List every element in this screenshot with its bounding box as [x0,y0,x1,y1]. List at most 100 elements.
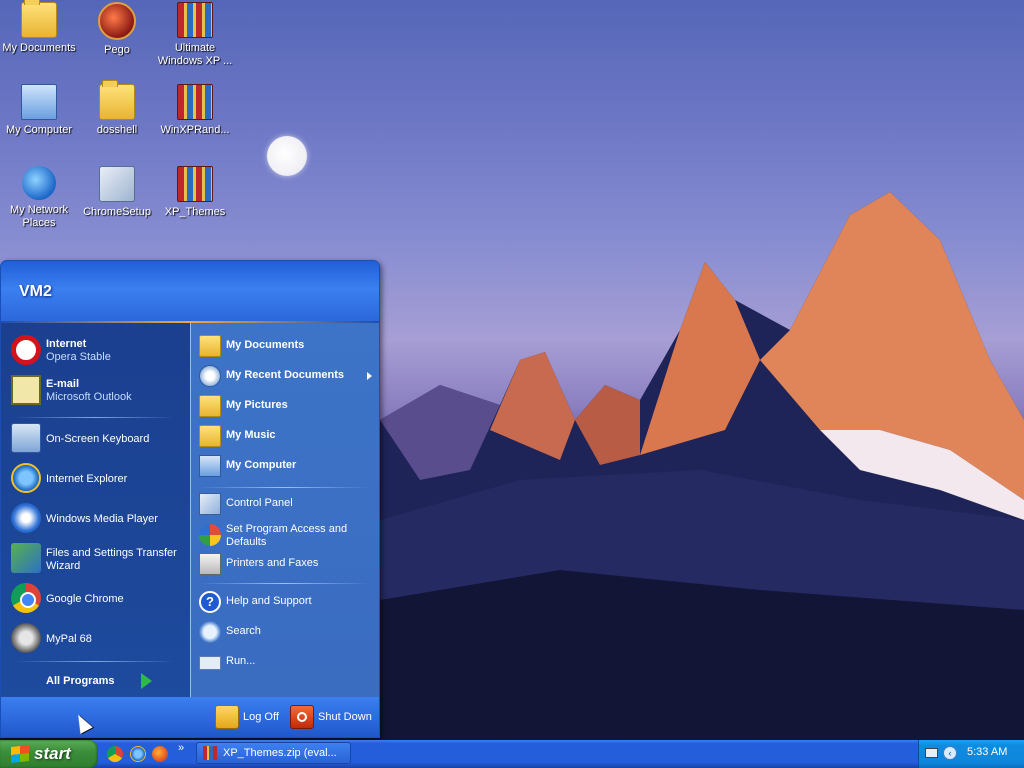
winrar-archive-icon [203,746,217,760]
help-icon: ? [199,591,221,613]
log-off-button[interactable]: Log Off [215,705,285,731]
system-label: Set Program Access and Defaults [226,523,348,548]
recent-on-screen-keyboard[interactable]: On-Screen Keyboard [9,423,187,455]
start-menu-footer: Log Off Shut Down [1,697,379,737]
taskbar: start » XP_Themes.zip (eval... ‹ 5:33 AM [0,740,1024,768]
desktop-icon-label: My Network Places [9,204,69,229]
place-label: My Music [226,429,276,441]
desktop-icon-label: My Computer [5,124,73,136]
place-my-music[interactable]: My Music [199,425,375,449]
chrome-icon[interactable] [107,746,123,762]
start-label: start [34,744,71,763]
winrar-archive-icon [177,2,213,38]
winrar-archive-icon [177,84,213,120]
system-tray: ‹ 5:33 AM [918,740,1024,768]
user-name: VM2 [19,283,52,300]
desktop-icon-my-documents[interactable]: My Documents [0,0,78,55]
quick-launch-more-button[interactable]: » [178,742,184,754]
chrome-icon [11,583,41,613]
internet-explorer-icon[interactable] [130,746,146,762]
recent-label: Files and Settings Transfer Wizard [46,547,177,572]
submenu-arrow-icon [367,372,372,380]
keyboard-icon[interactable] [925,748,938,758]
moon [267,136,307,176]
recent-label: Windows Media Player [46,513,158,525]
desktop-icon-pego[interactable]: Pego [78,2,156,57]
green-arrow-icon [141,673,152,689]
task-label: XP_Themes.zip (eval... [223,747,337,759]
place-label: My Recent Documents [226,369,344,381]
run-icon [199,656,221,670]
my-computer-icon [199,455,221,477]
desktop-icon-my-computer[interactable]: My Computer [0,84,78,137]
run-item[interactable]: Run... [199,651,375,675]
place-my-documents[interactable]: My Documents [199,335,375,359]
desktop-icon-label: XP_Themes [164,206,226,218]
my-documents-icon [21,0,57,38]
help-and-support[interactable]: ? Help and Support [199,591,375,615]
program-access-icon [199,524,221,546]
key-icon [215,705,239,729]
keyboard-icon [11,423,41,453]
pinned-subtitle: Microsoft Outlook [46,391,132,403]
mypal-icon [11,623,41,653]
winrar-archive-icon [177,166,213,202]
all-programs-separator [15,661,175,662]
my-documents-icon [199,335,221,357]
recent-windows-media-player[interactable]: Windows Media Player [9,503,187,535]
search-item[interactable]: Search [199,621,375,645]
desktop-icon-xp-themes[interactable]: XP_Themes [156,166,234,219]
place-my-pictures[interactable]: My Pictures [199,395,375,419]
media-player-icon [11,503,41,533]
pinned-title: Internet [46,338,87,350]
desktop-icon-dosshell[interactable]: dosshell [78,80,156,137]
pinned-internet[interactable]: Internet Opera Stable [9,335,187,367]
desktop-icon-label: dosshell [96,124,138,136]
recent-label: Internet Explorer [46,473,128,485]
place-label: My Computer [226,459,297,471]
all-programs-button[interactable]: All Programs [9,673,187,691]
recent-mypal[interactable]: MyPal 68 [9,623,187,655]
email-icon [11,375,41,405]
desktop-icon-label: Pego [104,44,130,56]
all-programs-label: All Programs [46,675,115,687]
power-icon [290,705,314,729]
help-label: Run... [226,655,256,667]
recent-google-chrome[interactable]: Google Chrome [9,583,187,615]
my-music-icon [199,425,221,447]
control-panel-icon [199,493,221,515]
pego-icon [98,2,136,40]
system-printers-faxes[interactable]: Printers and Faxes [199,553,375,577]
pinned-email[interactable]: E-mail Microsoft Outlook [9,375,187,407]
search-icon [199,621,221,643]
desktop-icon-label: Ultimate Windows XP ... [157,42,233,67]
chevron-left-icon[interactable]: ‹ [943,746,957,760]
clock[interactable]: 5:33 AM [967,746,1007,758]
desktop-icon-my-network-places[interactable]: My Network Places [0,166,78,230]
setup-icon [99,166,135,202]
my-computer-icon [21,84,57,120]
places-separator [199,487,369,488]
start-button[interactable]: start [0,740,98,768]
taskbar-window-button[interactable]: XP_Themes.zip (eval... [196,742,351,764]
system-label: Printers and Faxes [226,557,319,569]
my-pictures-icon [199,395,221,417]
shut-down-label: Shut Down [318,711,372,723]
recent-label: Google Chrome [46,593,124,605]
recent-internet-explorer[interactable]: Internet Explorer [9,463,187,495]
place-my-recent-documents[interactable]: My Recent Documents [199,365,375,389]
desktop-icon-ultimate-windows-xp[interactable]: Ultimate Windows XP ... [156,2,234,68]
place-label: My Documents [226,339,305,351]
place-my-computer[interactable]: My Computer [199,455,375,479]
system-program-access[interactable]: Set Program Access and Defaults [199,521,375,549]
system-control-panel[interactable]: Control Panel [199,493,375,517]
log-off-label: Log Off [243,711,279,723]
start-menu-programs-pane: Internet Opera Stable E-mail Microsoft O… [1,323,190,697]
recent-files-settings-transfer[interactable]: Files and Settings Transfer Wizard [9,543,187,575]
start-menu: VM2 Internet Opera Stable E-mail Microso… [0,260,380,738]
pinned-separator [15,417,175,418]
shut-down-button[interactable]: Shut Down [290,705,374,731]
desktop-icon-chromesetup[interactable]: ChromeSetup [78,166,156,219]
desktop-icon-winxprand[interactable]: WinXPRand... [156,84,234,137]
firefox-icon[interactable] [152,746,168,762]
